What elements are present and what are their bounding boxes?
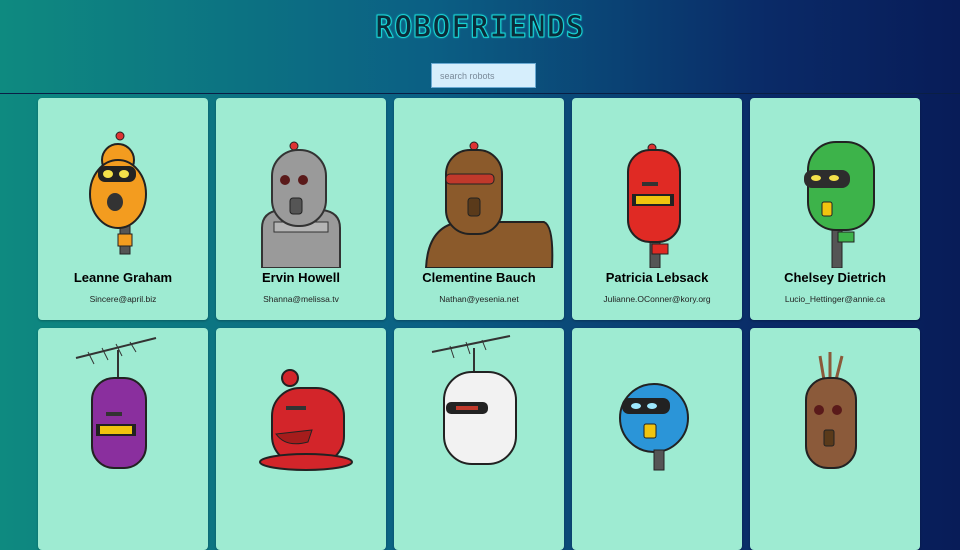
robot-avatar-icon: [89, 131, 147, 255]
robot-name: Clementine Bauch: [422, 270, 536, 285]
robot-avatar-icon: [424, 141, 554, 268]
robot-name: Leanne Graham: [73, 270, 173, 285]
robot-avatar-icon: [261, 141, 341, 268]
robot-avatar-icon: [75, 337, 157, 469]
robot-card[interactable]: Ervin Howell Shanna@melissa.tv: [216, 98, 386, 320]
robot-email: Sincere@april.biz: [89, 294, 157, 304]
robot-card[interactable]: [750, 328, 920, 550]
robot-card[interactable]: Clementine Bauch Nathan@yesenia.net: [394, 98, 564, 320]
robot-email: Lucio_Hettinger@annie.ca: [784, 294, 886, 304]
robot-card[interactable]: [216, 328, 386, 550]
robot-avatar-icon: [627, 143, 681, 268]
robot-card[interactable]: [572, 328, 742, 550]
robot-name: Patricia Lebsack: [605, 270, 709, 285]
robot-name: Chelsey Dietrich: [784, 270, 886, 285]
robot-card[interactable]: Chelsey Dietrich Lucio_Hettinger@annie.c…: [750, 98, 920, 320]
robot-email: Shanna@melissa.tv: [263, 294, 339, 304]
robot-card[interactable]: [38, 328, 208, 550]
app-title: ROBOFRIENDS: [375, 10, 585, 46]
robot-avatar-icon: [804, 141, 875, 268]
robot-email: Nathan@yesenia.net: [439, 294, 519, 304]
robot-card[interactable]: Patricia Lebsack Julianne.OConner@kory.o…: [572, 98, 742, 320]
robot-name: Ervin Howell: [261, 270, 341, 285]
robot-card[interactable]: [394, 328, 564, 550]
robot-avatar-icon: [259, 369, 353, 471]
robot-avatar-icon: [431, 335, 517, 465]
robot-email: Julianne.OConner@kory.org: [603, 294, 711, 304]
robot-avatar-icon: [805, 352, 857, 469]
header: ROBOFRIENDS: [0, 0, 960, 94]
search-input[interactable]: [431, 63, 536, 88]
robot-card-list: Leanne Graham Sincere@april.biz Ervin Ho…: [38, 98, 920, 550]
robot-card[interactable]: Leanne Graham Sincere@april.biz: [38, 98, 208, 320]
robot-avatar-icon: [619, 383, 689, 471]
